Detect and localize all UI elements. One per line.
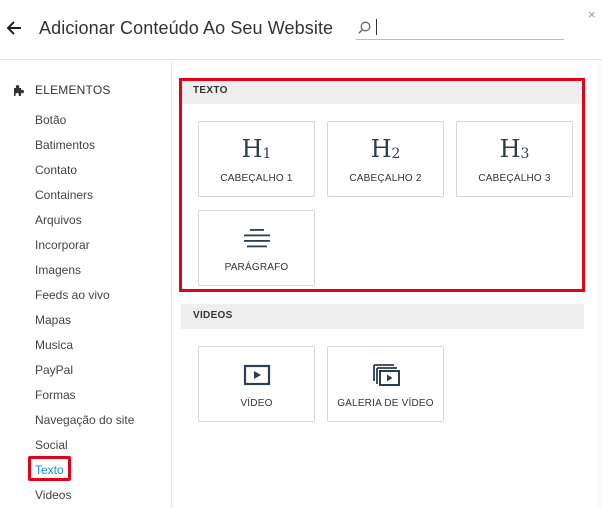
card-paragrafo[interactable]: PARÁGRAFO <box>198 210 315 286</box>
scrollbar[interactable] <box>597 61 602 508</box>
card-cabecalho-1[interactable]: H1 CABEÇALHO 1 <box>198 121 315 197</box>
card-label: CABEÇALHO 3 <box>478 173 551 184</box>
sidebar-item-formas[interactable]: Formas <box>35 387 76 403</box>
close-button[interactable]: × <box>588 8 596 22</box>
video-gallery-icon <box>372 364 400 386</box>
section-header-texto: TEXTO <box>181 79 584 104</box>
card-label: CABEÇALHO 2 <box>349 173 422 184</box>
card-cabecalho-2[interactable]: H2 CABEÇALHO 2 <box>327 121 444 197</box>
card-video[interactable]: VÍDEO <box>198 346 315 422</box>
sidebar-item-botao[interactable]: Botão <box>35 112 66 128</box>
search-input[interactable] <box>374 17 562 38</box>
card-cabecalho-3[interactable]: H3 CABEÇALHO 3 <box>456 121 573 197</box>
video-icon <box>243 364 270 386</box>
puzzle-icon <box>14 84 24 96</box>
search-icon <box>358 21 371 34</box>
sidebar-item-navegacao-do-site[interactable]: Navegação do site <box>35 412 134 428</box>
dialog-title: Adicionar Conteúdo Ao Seu Website <box>39 18 334 38</box>
sidebar-item-texto[interactable]: Texto <box>35 462 64 478</box>
sidebar-item-batimentos[interactable]: Batimentos <box>35 137 95 153</box>
sidebar-heading-label: ELEMENTOS <box>35 83 111 97</box>
search-box[interactable] <box>356 16 564 40</box>
heading-2-icon: H2 <box>370 135 401 163</box>
card-galeria-de-video[interactable]: GALERIA DE VÍDEO <box>327 346 444 422</box>
sidebar-item-videos[interactable]: Videos <box>35 487 71 503</box>
text-caret <box>376 19 377 35</box>
sidebar-item-musica[interactable]: Musica <box>35 337 73 353</box>
sidebar-item-mapas[interactable]: Mapas <box>35 312 71 328</box>
sidebar-item-feeds-ao-vivo[interactable]: Feeds ao vivo <box>35 287 110 303</box>
sidebar-item-imagens[interactable]: Imagens <box>35 262 81 278</box>
section-header-videos: VIDEOS <box>181 304 584 329</box>
card-label: PARÁGRAFO <box>224 262 289 273</box>
sidebar-item-paypal[interactable]: PayPal <box>35 362 73 378</box>
section-title: TEXTO <box>193 85 228 96</box>
sidebar-item-containers[interactable]: Containers <box>35 187 93 203</box>
card-label: GALERIA DE VÍDEO <box>337 398 434 409</box>
elements-sidebar: ELEMENTOS Botão Batimentos Contato Conta… <box>0 61 172 508</box>
heading-3-icon: H3 <box>499 135 530 163</box>
sidebar-heading: ELEMENTOS <box>13 83 111 97</box>
sidebar-item-contato[interactable]: Contato <box>35 162 77 178</box>
section-title: VIDEOS <box>193 310 233 321</box>
dialog-header: Adicionar Conteúdo Ao Seu Website × <box>0 0 602 60</box>
sidebar-item-social[interactable]: Social <box>35 437 68 453</box>
heading-1-icon: H1 <box>241 135 272 163</box>
paragraph-icon <box>243 229 270 248</box>
back-arrow-icon[interactable] <box>6 20 22 36</box>
sidebar-item-arquivos[interactable]: Arquivos <box>35 212 82 228</box>
sidebar-item-incorporar[interactable]: Incorporar <box>35 237 90 253</box>
card-label: VÍDEO <box>240 398 273 409</box>
card-label: CABEÇALHO 1 <box>220 173 293 184</box>
